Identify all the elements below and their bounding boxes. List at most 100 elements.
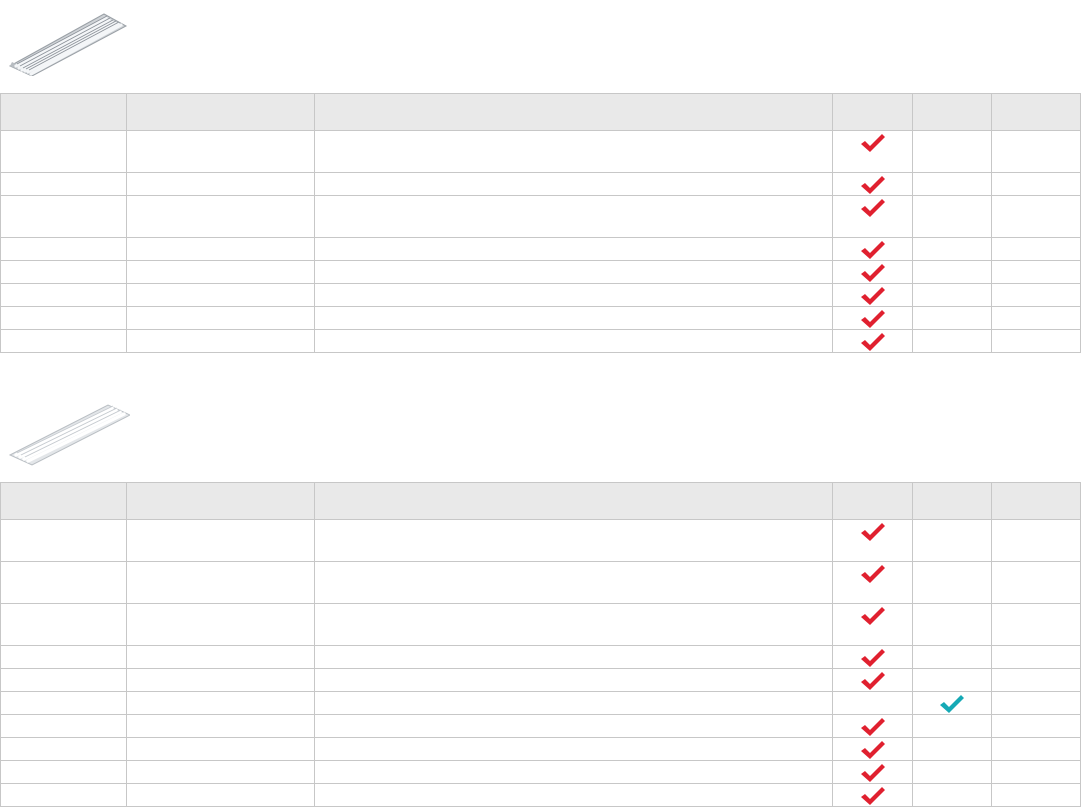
table-cell bbox=[314, 737, 833, 761]
column-header bbox=[912, 482, 992, 520]
table-cell bbox=[126, 714, 315, 738]
red-check-icon bbox=[860, 565, 885, 583]
table-cell bbox=[912, 668, 992, 692]
table-cell bbox=[832, 561, 913, 604]
table-cell bbox=[314, 260, 833, 284]
table-cell bbox=[0, 306, 127, 330]
table-cell bbox=[126, 737, 315, 761]
table-cell bbox=[991, 760, 1081, 784]
fluorescent-fixture-image bbox=[8, 13, 128, 76]
table-cell bbox=[0, 603, 127, 646]
table-cell bbox=[0, 329, 127, 353]
product-section-2 bbox=[0, 380, 1081, 807]
table-row bbox=[0, 237, 1081, 261]
table-cell bbox=[912, 237, 992, 261]
table-cell bbox=[314, 172, 833, 196]
table-row bbox=[0, 329, 1081, 353]
table-cell bbox=[832, 691, 913, 715]
red-check-icon bbox=[860, 523, 885, 541]
red-check-icon bbox=[860, 649, 885, 667]
table-cell bbox=[991, 603, 1081, 646]
table-cell bbox=[314, 195, 833, 238]
red-check-icon bbox=[860, 134, 885, 152]
column-header bbox=[832, 93, 913, 131]
column-header bbox=[912, 93, 992, 131]
table-cell bbox=[126, 760, 315, 784]
table-cell bbox=[832, 283, 913, 307]
table-cell bbox=[0, 645, 127, 669]
table-cell bbox=[832, 668, 913, 692]
table-cell bbox=[912, 306, 992, 330]
table-row bbox=[0, 668, 1081, 692]
column-header bbox=[832, 482, 913, 520]
column-header bbox=[314, 482, 833, 520]
table-row bbox=[0, 645, 1081, 669]
table-cell bbox=[314, 519, 833, 562]
column-header bbox=[0, 93, 127, 131]
table-cell bbox=[832, 260, 913, 284]
table-cell bbox=[912, 603, 992, 646]
table-row bbox=[0, 691, 1081, 715]
table-cell bbox=[126, 130, 315, 173]
table-cell bbox=[912, 737, 992, 761]
table-cell bbox=[912, 783, 992, 807]
table-cell bbox=[991, 714, 1081, 738]
table-cell bbox=[991, 306, 1081, 330]
table-cell bbox=[0, 760, 127, 784]
table-cell bbox=[314, 668, 833, 692]
table-row bbox=[0, 283, 1081, 307]
table-cell bbox=[912, 691, 992, 715]
table-cell bbox=[832, 172, 913, 196]
column-header bbox=[126, 93, 315, 131]
table-cell bbox=[0, 691, 127, 715]
table-cell bbox=[912, 714, 992, 738]
column-header bbox=[991, 93, 1081, 131]
table-cell bbox=[126, 260, 315, 284]
table-cell bbox=[0, 714, 127, 738]
table-cell bbox=[314, 783, 833, 807]
table-cell bbox=[0, 195, 127, 238]
table-cell bbox=[991, 329, 1081, 353]
table-cell bbox=[126, 195, 315, 238]
table-cell bbox=[126, 691, 315, 715]
red-check-icon bbox=[860, 199, 885, 217]
table-cell bbox=[991, 737, 1081, 761]
table-cell bbox=[991, 668, 1081, 692]
table-cell bbox=[126, 783, 315, 807]
red-check-icon bbox=[860, 741, 885, 759]
table-row bbox=[0, 130, 1081, 173]
table-cell bbox=[991, 645, 1081, 669]
table-cell bbox=[314, 760, 833, 784]
table-cell bbox=[832, 237, 913, 261]
column-header bbox=[991, 482, 1081, 520]
table-cell bbox=[126, 329, 315, 353]
table-cell bbox=[832, 130, 913, 173]
table-cell bbox=[912, 760, 992, 784]
table-cell bbox=[126, 561, 315, 604]
table-cell bbox=[314, 237, 833, 261]
table-cell bbox=[0, 260, 127, 284]
table-cell bbox=[126, 603, 315, 646]
table-cell bbox=[912, 172, 992, 196]
table-cell bbox=[912, 283, 992, 307]
table-cell bbox=[832, 760, 913, 784]
table-row bbox=[0, 714, 1081, 738]
table-cell bbox=[912, 195, 992, 238]
table-cell bbox=[991, 691, 1081, 715]
table-cell bbox=[314, 603, 833, 646]
table-cell bbox=[126, 519, 315, 562]
spec-table-2 bbox=[0, 482, 1081, 807]
red-check-icon bbox=[860, 310, 885, 328]
product-section-1 bbox=[0, 0, 1081, 355]
red-check-icon bbox=[860, 287, 885, 305]
table-cell bbox=[314, 130, 833, 173]
table-cell bbox=[991, 783, 1081, 807]
table-cell bbox=[0, 561, 127, 604]
red-check-icon bbox=[860, 672, 885, 690]
table-cell bbox=[314, 691, 833, 715]
table-row bbox=[0, 737, 1081, 761]
table-cell bbox=[0, 130, 127, 173]
table-row bbox=[0, 561, 1081, 604]
table-cell bbox=[991, 195, 1081, 238]
table-cell bbox=[912, 260, 992, 284]
